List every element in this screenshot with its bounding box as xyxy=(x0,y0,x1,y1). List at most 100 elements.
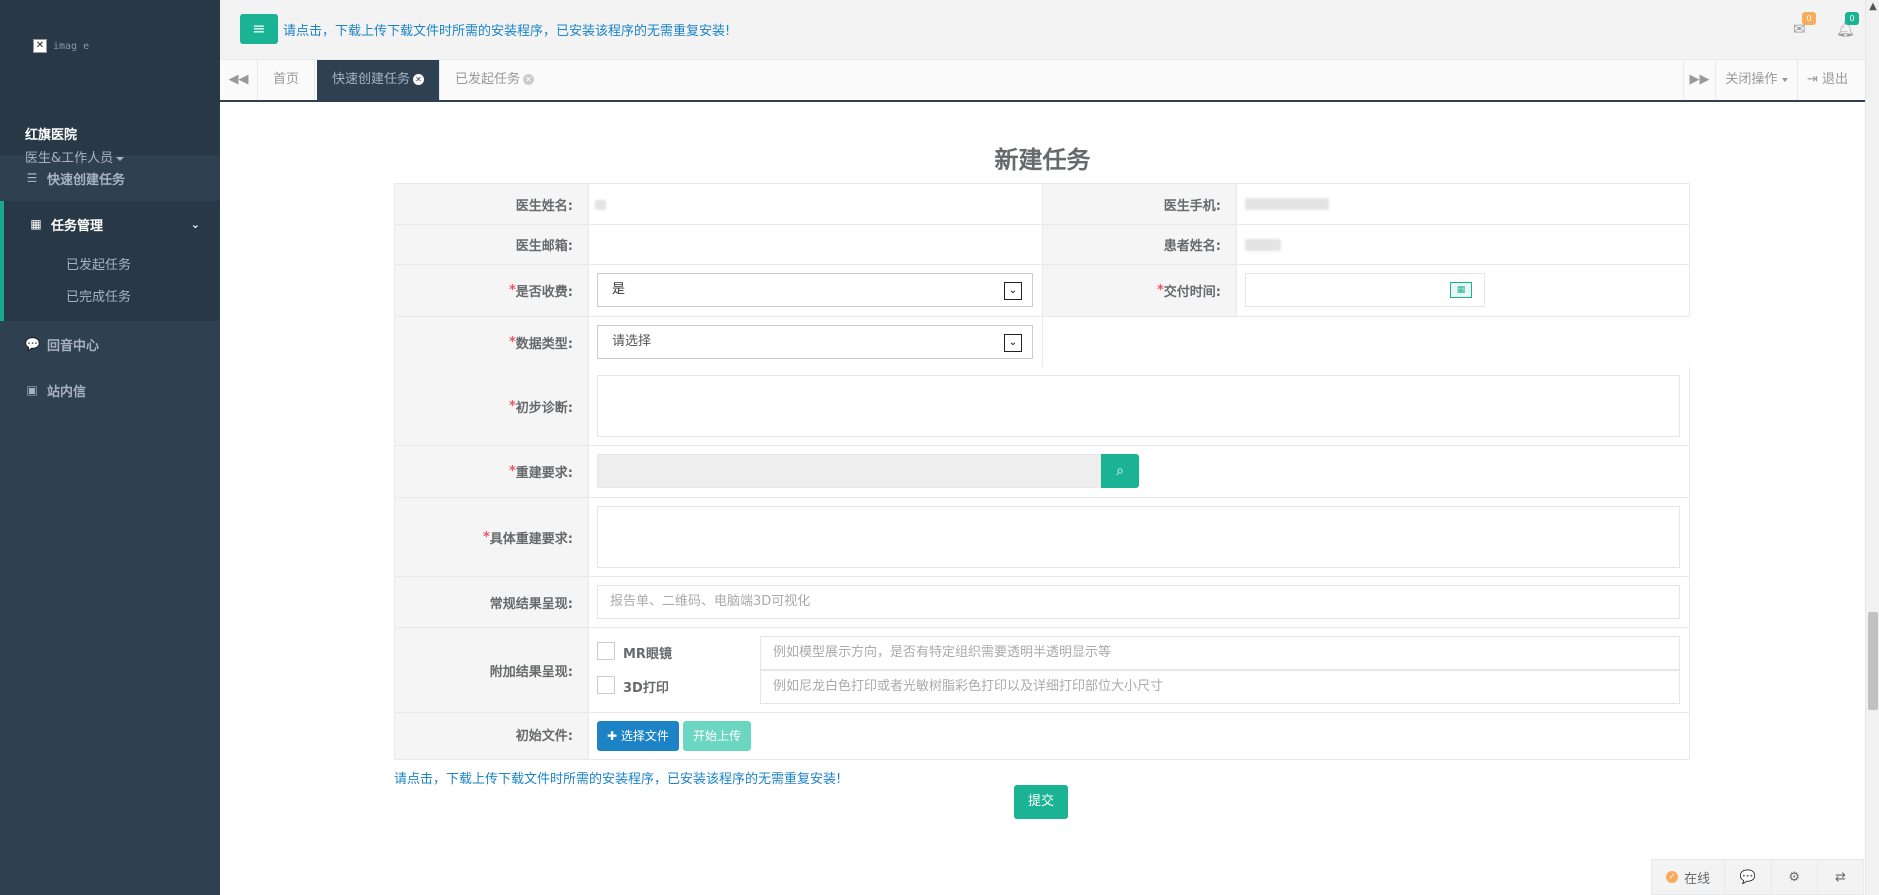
download-notice-link[interactable]: 请点击，下载上传下载文件时所需的安装程序，已安装该程序的无需重复安装! xyxy=(283,20,730,39)
tab-initiated-tasks[interactable]: 已发起任务 ✕ xyxy=(440,60,549,100)
initial-file-cell: ✚ 选择文件 开始上传 xyxy=(589,713,1690,760)
download-notice-link-bottom[interactable]: 请点击，下载上传下载文件时所需的安装程序，已安装该程序的无需重复安装! xyxy=(394,768,841,787)
chat-button[interactable]: 💬 xyxy=(1725,860,1772,894)
form-row-doctor-email: 医生邮箱: 患者姓名: xyxy=(394,224,1690,265)
backward-icon: ◀◀ xyxy=(228,72,249,87)
data-type-select-value: 请选择 xyxy=(612,334,652,349)
regular-result-input[interactable]: 报告单、二维码、电脑端3D可视化 xyxy=(597,585,1680,619)
rebuild-req-input[interactable] xyxy=(597,454,1101,488)
rebuild-req-search-button[interactable]: ⌕ xyxy=(1101,454,1139,488)
avatar: ✕ imag e xyxy=(25,22,195,94)
menu-toggle-button[interactable]: ≡ xyxy=(240,14,278,44)
patient-name-label: 患者姓名: xyxy=(1043,225,1237,265)
hamburger-icon: ≡ xyxy=(252,19,266,38)
tabs-bar: ◀◀ 首页 快速创建任务 ✕ 已发起任务 ✕ ▶▶ 关闭操作 ⇥ 退出 xyxy=(220,60,1865,102)
doctor-phone-label: 医生手机: xyxy=(1043,184,1237,225)
caret-down-icon xyxy=(1781,77,1788,82)
required-mark: * xyxy=(508,398,516,414)
scroll-up-arrow-icon[interactable]: ▲ xyxy=(1866,0,1879,14)
form-row-extra-result: 附加结果呈现: MR眼镜 例如模型展示方向，是否有特定组织需要透明半透明显示等 … xyxy=(394,628,1690,713)
role-label: 医生&工作人员 xyxy=(25,151,114,166)
rebuild-req-cell: ⌕ xyxy=(589,446,1690,498)
switch-button[interactable]: ⇄ xyxy=(1818,860,1863,894)
form-row-charge: * 是否收费: 是 ⌄ * 交付时间: ▦ xyxy=(394,264,1690,317)
main-content: 新建任务 医生姓名: 医生手机: 医生邮箱: 患者姓名: * 是否收费: 是 ⌄… xyxy=(220,102,1865,895)
specific-req-textarea[interactable] xyxy=(597,506,1680,568)
sidebar-item-label: 快速创建任务 xyxy=(47,172,126,188)
sidebar-subitem-completed-tasks[interactable]: 已完成任务 xyxy=(4,279,220,311)
submit-button[interactable]: 提交 xyxy=(1014,785,1068,819)
messages-button[interactable]: ✉ 0 xyxy=(1793,12,1816,38)
diagnosis-label: * 初步诊断: xyxy=(395,367,589,446)
page-scrollbar[interactable]: ▲ xyxy=(1865,0,1879,895)
3d-print-checkbox-label: 3D打印 xyxy=(623,681,669,696)
tab-label: 快速创建任务 xyxy=(332,72,411,87)
redacted-text xyxy=(595,200,606,210)
mr-detail-input[interactable]: 例如模型展示方向，是否有特定组织需要透明半透明显示等 xyxy=(760,636,1680,670)
chevron-down-icon: ⌄ xyxy=(1004,334,1022,352)
check-circle-icon: ✓ xyxy=(1666,871,1679,883)
redacted-text xyxy=(1245,239,1281,251)
3d-print-detail-input[interactable]: 例如尼龙白色打印或者光敏树脂彩色打印以及详细打印部位大小尺寸 xyxy=(760,670,1680,704)
3d-print-checkbox[interactable] xyxy=(597,676,615,694)
regular-result-cell: 报告单、二维码、电脑端3D可视化 xyxy=(589,577,1690,628)
notifications-badge: 0 xyxy=(1845,12,1859,25)
tab-home[interactable]: 首页 xyxy=(258,60,316,100)
delivery-time-cell: ▦ xyxy=(1237,265,1690,317)
specific-req-cell xyxy=(589,498,1690,577)
form-row-rebuild-req: * 重建要求: ⌕ xyxy=(394,446,1690,498)
charge-label: * 是否收费: xyxy=(395,265,589,317)
mr-checkbox-label: MR眼镜 xyxy=(623,647,672,662)
data-type-select[interactable]: 请选择 ⌄ xyxy=(597,325,1033,359)
diagnosis-label-text: 初步诊断: xyxy=(515,400,573,416)
tab-label: 首页 xyxy=(273,72,300,87)
scroll-thumb[interactable] xyxy=(1868,612,1878,710)
tab-label: 已发起任务 xyxy=(455,72,521,87)
sidebar-subitem-initiated-tasks[interactable]: 已发起任务 xyxy=(4,247,220,279)
caret-down-icon xyxy=(116,156,125,161)
settings-button[interactable]: ⚙ xyxy=(1772,860,1818,894)
sidebar-item-echo-center[interactable]: 💬 回音中心 xyxy=(0,321,220,367)
tabs-scroll-right-button[interactable]: ▶▶ xyxy=(1683,60,1715,100)
diagnosis-cell xyxy=(589,367,1690,446)
form-row-doctor-name: 医生姓名: 医生手机: xyxy=(394,183,1690,225)
data-type-cell: 请选择 ⌄ xyxy=(589,317,1043,368)
extra-result-cell: MR眼镜 例如模型展示方向，是否有特定组织需要透明半透明显示等 3D打印 例如尼… xyxy=(589,628,1690,713)
charge-select[interactable]: 是 ⌄ xyxy=(597,273,1033,307)
role-dropdown[interactable]: 医生&工作人员 xyxy=(25,147,195,166)
logout-button[interactable]: ⇥ 退出 xyxy=(1797,60,1857,100)
sliders-icon: ☰ xyxy=(26,171,38,185)
calendar-icon[interactable]: ▦ xyxy=(1450,282,1472,298)
mr-checkbox[interactable] xyxy=(597,642,615,660)
gear-icon: ⚙ xyxy=(1788,869,1800,885)
tabs-scroll-left-button[interactable]: ◀◀ xyxy=(220,60,258,100)
extra-result-label: 附加结果呈现: xyxy=(395,628,589,713)
sidebar-item-inbox[interactable]: ▣ 站内信 xyxy=(0,367,220,413)
search-icon: ⌕ xyxy=(1116,463,1124,479)
charge-select-value: 是 xyxy=(612,282,626,297)
required-mark: * xyxy=(508,464,516,479)
list-icon: ▦ xyxy=(30,217,42,231)
profile-panel: ✕ imag e 红旗医院 医生&工作人员 xyxy=(0,0,220,166)
close-ops-label: 关闭操作 xyxy=(1725,72,1778,87)
specific-req-label: * 具体重建要求: xyxy=(395,498,589,577)
close-icon[interactable]: ✕ xyxy=(413,74,425,85)
page-title: 新建任务 xyxy=(994,146,1091,174)
data-type-label-text: 数据类型: xyxy=(515,336,573,352)
choose-file-button[interactable]: ✚ 选择文件 xyxy=(597,721,679,751)
sidebar-item-task-management[interactable]: ▦ 任务管理 ⌄ xyxy=(4,201,220,247)
hospital-name: 红旗医院 xyxy=(25,128,78,143)
chevron-down-icon: ⌄ xyxy=(1004,282,1022,300)
doctor-email-value xyxy=(589,225,1043,265)
online-status-button[interactable]: ✓ 在线 xyxy=(1652,860,1726,894)
start-upload-button[interactable]: 开始上传 xyxy=(683,721,752,751)
diagnosis-textarea[interactable] xyxy=(597,375,1680,437)
form-row-specific-req: * 具体重建要求: xyxy=(394,498,1690,577)
close-operations-dropdown[interactable]: 关闭操作 xyxy=(1715,60,1797,100)
sidebar-item-label: 站内信 xyxy=(47,384,87,400)
notifications-button[interactable]: 🔔︎ 0 xyxy=(1836,12,1859,38)
delivery-time-input[interactable]: ▦ xyxy=(1245,273,1485,307)
tab-quick-create[interactable]: 快速创建任务 ✕ xyxy=(317,60,441,100)
close-icon[interactable]: ✕ xyxy=(523,74,535,85)
doctor-name-value xyxy=(589,184,1043,225)
